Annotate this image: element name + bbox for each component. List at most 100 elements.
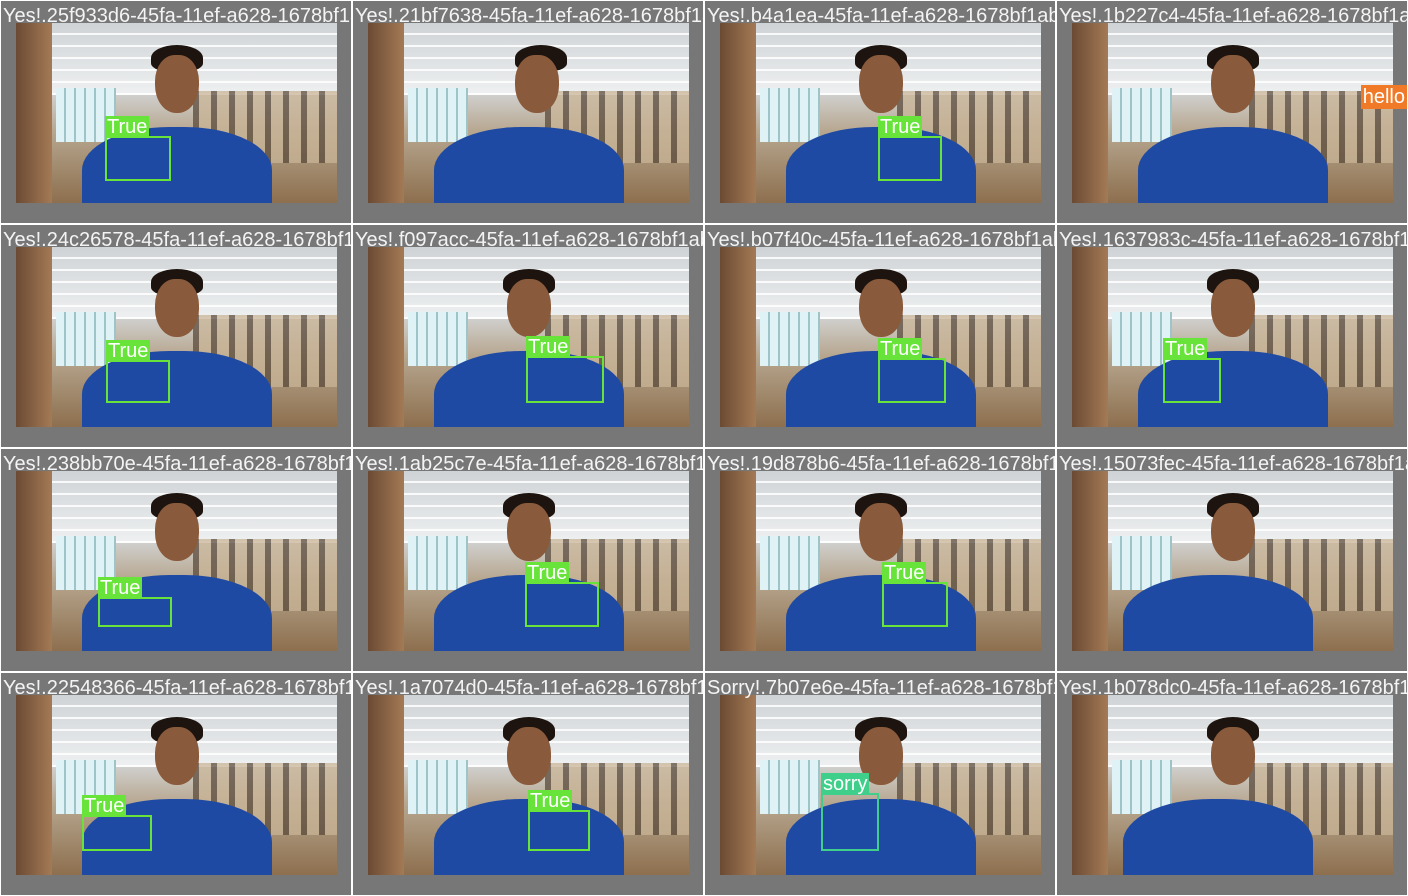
window [760, 87, 820, 142]
person-head [506, 727, 551, 786]
person-head [154, 503, 199, 562]
detection-box: True [525, 562, 599, 627]
person-body [1137, 127, 1328, 203]
image-tile: Yes!.22548366-45fa-11ef-a628-1678bf1ab07… [1, 673, 351, 895]
image-tile: Yes!.1b078dc0-45fa-11ef-a628-1678bf1ab07 [1057, 673, 1407, 895]
person-body [785, 799, 976, 875]
detection-box: True [526, 336, 604, 403]
image-tile: Yes!.24c26578-45fa-11ef-a628-1678bf1ab07… [1, 225, 351, 447]
pillar [368, 471, 404, 651]
person-head [1210, 727, 1255, 786]
person-body [1122, 575, 1313, 651]
camera-frame [1072, 695, 1393, 875]
image-grid: Yes!.25f933d6-45fa-11ef-a628-1678bf1ab07… [0, 0, 1408, 896]
tile-filename-label: Yes!.1b227c4-45fa-11ef-a628-1678bf1ab07 [1059, 5, 1407, 27]
person-head [858, 503, 903, 562]
window [408, 311, 468, 366]
pillar [720, 247, 756, 427]
person-body [1122, 799, 1313, 875]
detection-label: True [1163, 338, 1208, 360]
pillar [1072, 23, 1108, 203]
window [408, 535, 468, 590]
window [760, 311, 820, 366]
detection-box: True [82, 795, 152, 851]
tile-filename-label: Yes!.f097acc-45fa-11ef-a628-1678bf1ab07 [355, 229, 703, 251]
detection-label: True [882, 562, 927, 584]
image-tile: Yes!.21bf7638-45fa-11ef-a628-1678bf1ab07 [353, 1, 703, 223]
pillar [368, 23, 404, 203]
image-tile: Yes!.1b227c4-45fa-11ef-a628-1678bf1ab07 h… [1057, 1, 1407, 223]
pillar [368, 695, 404, 875]
person-head [858, 279, 903, 338]
detection-box: True [106, 340, 170, 403]
camera-frame [1072, 23, 1393, 203]
pillar [1072, 471, 1108, 651]
camera-frame [16, 695, 337, 875]
detection-box: True [98, 577, 172, 627]
tile-filename-label: Yes!.25f933d6-45fa-11ef-a628-1678bf1ab07 [3, 5, 351, 27]
person-body [433, 127, 624, 203]
image-tile: Yes!.b07f40c-45fa-11ef-a628-1678bf1ab07 T… [705, 225, 1055, 447]
detection-box: True [878, 116, 942, 181]
tile-filename-label: Yes!.b07f40c-45fa-11ef-a628-1678bf1ab07 [707, 229, 1055, 251]
detection-box: True [1163, 338, 1221, 403]
detection-box: True [528, 790, 590, 851]
window [408, 759, 468, 814]
window [1112, 87, 1172, 142]
image-tile: Yes!.15073fec-45fa-11ef-a628-1678bf1ab07 [1057, 449, 1407, 671]
camera-frame [1072, 471, 1393, 651]
window [760, 759, 820, 814]
image-tile: Yes!.1a7074d0-45fa-11ef-a628-1678bf1ab07… [353, 673, 703, 895]
detection-label: True [526, 336, 571, 358]
detection-box: sorry [821, 773, 879, 851]
detection-box: True [878, 338, 946, 403]
camera-frame [16, 471, 337, 651]
person-head [154, 55, 199, 114]
person-head [506, 503, 551, 562]
detection-label: True [528, 790, 573, 812]
tile-filename-label: Yes!.b4a1ea-45fa-11ef-a628-1678bf1ab07 [707, 5, 1055, 27]
pillar [1072, 247, 1108, 427]
pillar [720, 695, 756, 875]
image-tile: Yes!.b4a1ea-45fa-11ef-a628-1678bf1ab07 Tr… [705, 1, 1055, 223]
pillar [16, 695, 52, 875]
person-head [154, 279, 199, 338]
person-head [858, 55, 903, 114]
camera-frame [720, 695, 1041, 875]
tile-filename-label: Yes!.15073fec-45fa-11ef-a628-1678bf1ab07 [1059, 453, 1407, 475]
tile-filename-label: Yes!.19d878b6-45fa-11ef-a628-1678bf1ab07 [707, 453, 1055, 475]
tile-filename-label: Yes!.1b078dc0-45fa-11ef-a628-1678bf1ab07 [1059, 677, 1407, 699]
detection-label: True [878, 338, 923, 360]
tile-filename-label: Yes!.24c26578-45fa-11ef-a628-1678bf1ab07 [3, 229, 351, 251]
camera-frame [16, 247, 337, 427]
pillar [720, 471, 756, 651]
image-tile: Yes!.238bb70e-45fa-11ef-a628-1678bf1ab07… [1, 449, 351, 671]
camera-frame [1072, 247, 1393, 427]
hello-tag: hello [1360, 85, 1407, 109]
person-head [1210, 55, 1255, 114]
pillar [368, 247, 404, 427]
person-head [506, 279, 551, 338]
camera-frame [720, 471, 1041, 651]
tile-filename-label: Yes!.1a7074d0-45fa-11ef-a628-1678bf1ab07 [355, 677, 703, 699]
image-tile: Yes!.25f933d6-45fa-11ef-a628-1678bf1ab07… [1, 1, 351, 223]
person-head [514, 55, 559, 114]
pillar [16, 23, 52, 203]
detection-label: sorry [821, 773, 870, 795]
image-tile: Yes!.19d878b6-45fa-11ef-a628-1678bf1ab07… [705, 449, 1055, 671]
window [760, 535, 820, 590]
detection-label: True [106, 340, 151, 362]
tile-filename-label: Yes!.238bb70e-45fa-11ef-a628-1678bf1ab07 [3, 453, 351, 475]
pillar [16, 247, 52, 427]
detection-label: True [525, 562, 570, 584]
image-tile: Yes!.f097acc-45fa-11ef-a628-1678bf1ab07 T… [353, 225, 703, 447]
tile-filename-label: Sorry!.7b07e6e-45fa-11ef-a628-1678bf1ab0… [707, 677, 1055, 699]
person-head [154, 727, 199, 786]
camera-frame [368, 23, 689, 203]
person-head [1210, 503, 1255, 562]
image-tile: Yes!.1637983c-45fa-11ef-a628-1678bf1ab07… [1057, 225, 1407, 447]
detection-label: True [98, 577, 143, 599]
detection-label: True [105, 116, 150, 138]
tile-filename-label: Yes!.1637983c-45fa-11ef-a628-1678bf1ab07 [1059, 229, 1407, 251]
tile-filename-label: Yes!.22548366-45fa-11ef-a628-1678bf1ab07 [3, 677, 351, 699]
